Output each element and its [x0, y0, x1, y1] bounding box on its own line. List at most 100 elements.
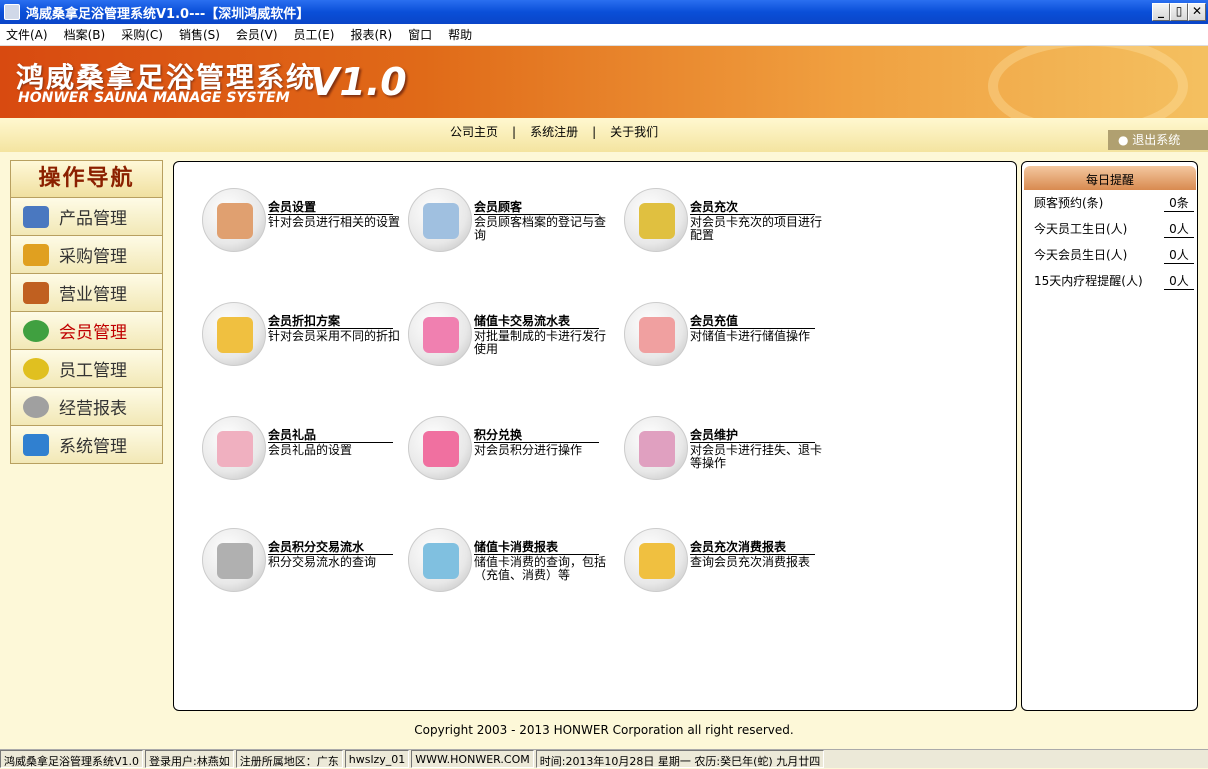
status-region: 注册所属地区：广东 — [235, 750, 343, 768]
calculator-icon — [202, 528, 266, 592]
bar-chart-icon — [408, 528, 472, 592]
card-points-flow[interactable]: 会员积分交易流水 积分交易流水的查询 — [202, 528, 412, 598]
topup-icon — [624, 302, 688, 366]
globe-folder-icon — [624, 528, 688, 592]
status-bar: 鸿威桑拿足浴管理系统V1.0 登录用户:林燕如 注册所属地区：广东 hwslzy… — [0, 749, 1208, 768]
card-member-topup[interactable]: 会员充值 对储值卡进行储值操作 — [624, 302, 834, 372]
nav-item-label: 员工管理 — [59, 361, 127, 381]
reminder-value: 0条 — [1164, 194, 1194, 212]
card-member-gift[interactable]: 会员礼品 会员礼品的设置 — [202, 416, 412, 486]
menu-archive[interactable]: 档案(B) — [64, 26, 106, 43]
main-panel: 会员设置 针对会员进行相关的设置 会员顾客 会员顾客档案的登记与查询 会员充次 对会员… — [173, 161, 1017, 711]
card-title: 会员礼品 — [268, 428, 393, 443]
card-recharge-times-report[interactable]: 会员充次消费报表 查询会员充次消费报表 — [624, 528, 834, 598]
card-desc: 对会员卡进行挂失、退卡等操作 — [690, 443, 823, 470]
navigation-panel: 操作导航 产品管理 采购管理 营业管理 会员管理 员工管理 经营报表 系统管理 — [10, 160, 163, 464]
card-desc: 查询会员充次消费报表 — [690, 555, 811, 569]
card-title: 积分兑换 — [474, 428, 599, 443]
title-bar: 鸿威桑拿足浴管理系统V1.0---【深圳鸿威软件】 _ ▯ ✕ — [0, 0, 1208, 24]
menu-report[interactable]: 报表(R) — [350, 26, 392, 43]
card-points-exchange[interactable]: 积分兑换 对会员积分进行操作 — [408, 416, 618, 486]
member-settings-icon — [202, 188, 266, 252]
menu-bar: 文件(A) 档案(B) 采购(C) 销售(S) 会员(V) 员工(E) 报表(R… — [0, 24, 1208, 46]
folder-icon — [408, 416, 472, 480]
nav-item-label: 系统管理 — [59, 437, 127, 457]
window-title: 鸿威桑拿足浴管理系统V1.0---【深圳鸿威软件】 — [26, 6, 310, 22]
link-bar: 公司主页 | 系统注册 | 关于我们 ● 退出系统 — [0, 118, 1208, 152]
status-user: 登录用户:林燕如 — [145, 750, 234, 768]
reminder-value: 0人 — [1164, 272, 1194, 290]
minimize-button[interactable]: _ — [1152, 3, 1170, 21]
card-member-recharge-times[interactable]: 会员充次 对会员卡充次的项目进行配置 — [624, 188, 834, 258]
card-desc: 对储值卡进行储值操作 — [690, 329, 811, 343]
card-stored-value-report[interactable]: 储值卡消费报表 储值卡消费的查询，包括（充值、消费）等 — [408, 528, 618, 598]
nav-item-employee[interactable]: 员工管理 — [10, 350, 163, 388]
nav-item-report[interactable]: 经营报表 — [10, 388, 163, 426]
reminder-row: 15天内疗程提醒(人) 0人 — [1034, 272, 1194, 290]
menu-member[interactable]: 会员(V) — [236, 26, 278, 43]
exit-system-button[interactable]: ● 退出系统 — [1108, 130, 1208, 150]
separator: | — [592, 125, 597, 139]
card-desc: 对会员积分进行操作 — [474, 443, 583, 457]
coins-icon — [624, 188, 688, 252]
nav-item-purchase[interactable]: 采购管理 — [10, 236, 163, 274]
nav-item-business[interactable]: 营业管理 — [10, 274, 163, 312]
card-title: 会员充值 — [690, 314, 815, 329]
card-title: 会员维护 — [690, 428, 815, 443]
magnifier-icon — [408, 188, 472, 252]
card-desc: 储值卡消费的查询，包括（充值、消费）等 — [474, 555, 607, 582]
system-icon — [23, 433, 49, 456]
card-desc: 针对会员进行相关的设置 — [268, 215, 401, 229]
nav-item-label: 经营报表 — [59, 399, 127, 419]
banner-title-en: HONWER SAUNA MANAGE SYSTEM — [18, 90, 290, 106]
nav-item-label: 产品管理 — [59, 209, 127, 229]
reminder-label: 今天员工生日(人) — [1034, 222, 1128, 236]
nav-item-label: 采购管理 — [59, 247, 127, 267]
nav-item-product[interactable]: 产品管理 — [10, 198, 163, 236]
purchase-icon — [23, 243, 49, 266]
menu-help[interactable]: 帮助 — [448, 26, 472, 43]
card-desc: 积分交易流水的查询 — [268, 555, 377, 569]
reminder-row: 今天员工生日(人) 0人 — [1034, 220, 1194, 238]
link-register[interactable]: 系统注册 — [530, 125, 578, 139]
card-title: 会员顾客 — [474, 200, 599, 215]
card-discount-plan[interactable]: 会员折扣方案 针对会员采用不同的折扣 — [202, 302, 412, 372]
product-icon — [23, 205, 49, 228]
card-title: 储值卡交易流水表 — [474, 314, 599, 329]
nav-item-member[interactable]: 会员管理 — [10, 312, 163, 350]
separator: | — [512, 125, 517, 139]
reminder-row: 顾客预约(条) 0条 — [1034, 194, 1194, 212]
menu-sales[interactable]: 销售(S) — [179, 26, 220, 43]
nav-item-label: 会员管理 — [59, 323, 127, 343]
maximize-button[interactable]: ▯ — [1170, 3, 1188, 21]
card-member-maintenance[interactable]: 会员维护 对会员卡进行挂失、退卡等操作 — [624, 416, 834, 486]
close-button[interactable]: ✕ — [1188, 3, 1206, 21]
reminder-row: 今天会员生日(人) 0人 — [1034, 246, 1194, 264]
status-db: hwslzy_01 — [344, 750, 410, 768]
card-stored-value-flow[interactable]: 储值卡交易流水表 对批量制成的卡进行发行使用 — [408, 302, 618, 372]
menu-purchase[interactable]: 采购(C) — [121, 26, 163, 43]
menu-file[interactable]: 文件(A) — [6, 26, 48, 43]
card-member-customer[interactable]: 会员顾客 会员顾客档案的登记与查询 — [408, 188, 618, 258]
card-desc: 对批量制成的卡进行发行使用 — [474, 329, 607, 356]
menu-window[interactable]: 窗口 — [408, 26, 432, 43]
banner: 鸿威桑拿足浴管理系统 HONWER SAUNA MANAGE SYSTEM V1… — [0, 46, 1208, 118]
piggy-bank-icon — [202, 302, 266, 366]
search-icon — [23, 395, 49, 418]
link-about[interactable]: 关于我们 — [610, 125, 658, 139]
card-title: 会员积分交易流水 — [268, 540, 393, 555]
nav-item-system[interactable]: 系统管理 — [10, 426, 163, 464]
card-desc: 对会员卡充次的项目进行配置 — [690, 215, 823, 242]
menu-employee[interactable]: 员工(E) — [294, 26, 335, 43]
status-time: 时间:2013年10月28日 星期一 农历:癸巳年(蛇) 九月廿四 — [535, 750, 825, 768]
card-title: 储值卡消费报表 — [474, 540, 599, 555]
card-desc: 针对会员采用不同的折扣 — [268, 329, 401, 343]
link-home[interactable]: 公司主页 — [450, 125, 498, 139]
star-icon — [23, 357, 49, 380]
reminder-label: 今天会员生日(人) — [1034, 248, 1128, 262]
reminder-value: 0人 — [1164, 246, 1194, 264]
copyright: Copyright 2003 - 2013 HONWER Corporation… — [414, 723, 794, 737]
card-member-settings[interactable]: 会员设置 针对会员进行相关的设置 — [202, 188, 412, 258]
card-title: 会员设置 — [268, 200, 393, 215]
business-icon — [23, 281, 49, 304]
